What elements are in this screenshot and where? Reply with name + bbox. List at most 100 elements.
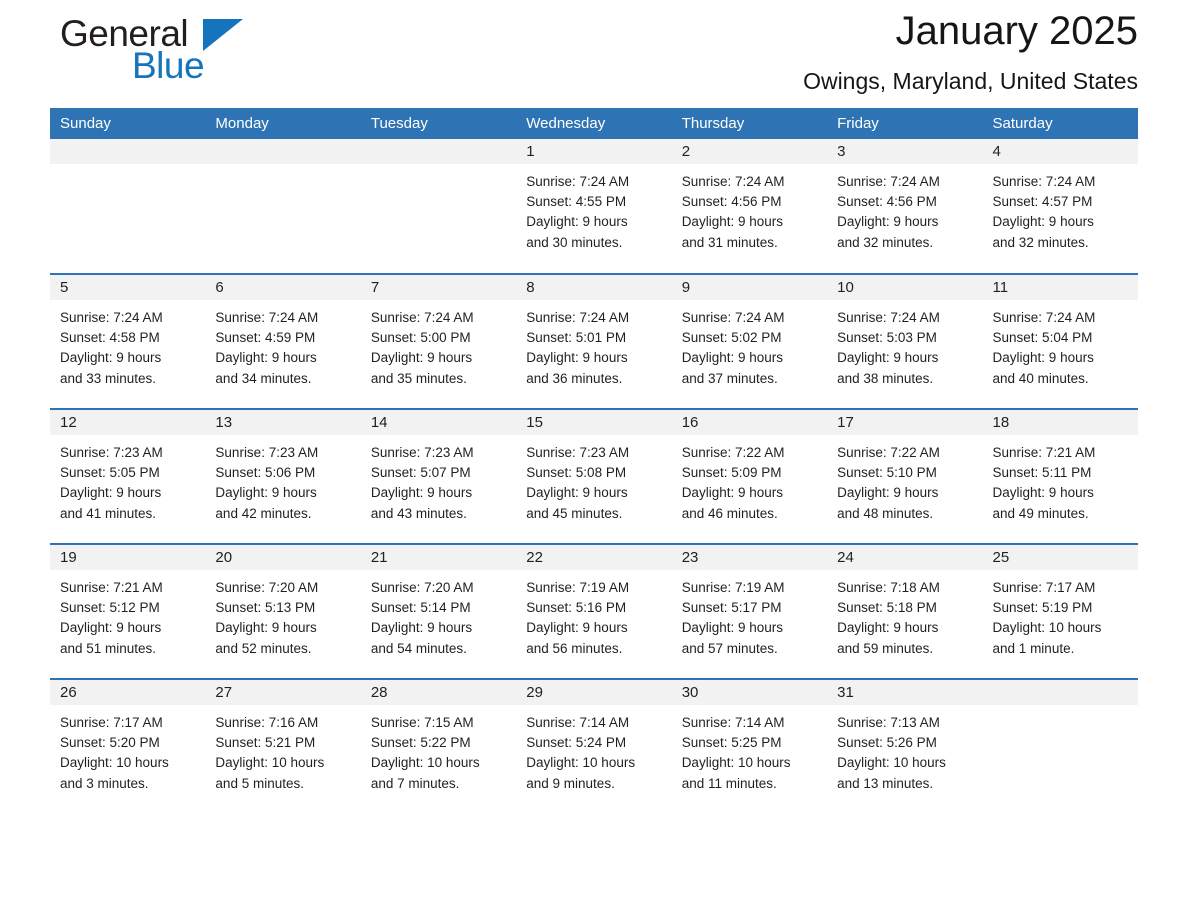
calendar-day-cell[interactable]: 14 Sunrise: 7:23 AM Sunset: 5:07 PM Dayligh… (360, 408, 517, 544)
calendar-day-cell[interactable]: 31 Sunrise: 7:13 AM Sunset: 5:26 PM Dayligh… (827, 678, 983, 814)
calendar-day-cell[interactable]: 3 Sunrise: 7:24 AM Sunset: 4:56 PM Daylight… (827, 139, 983, 274)
calendar-day-cell[interactable]: 27 Sunrise: 7:16 AM Sunset: 5:21 PM Dayligh… (205, 678, 361, 814)
day-number: 27 (205, 680, 361, 705)
calendar-day-cell[interactable]: 26 Sunrise: 7:17 AM Sunset: 5:20 PM Dayligh… (50, 678, 206, 814)
day-detail-line: Sunset: 5:09 PM (681, 465, 782, 481)
calendar-day-cell[interactable]: 20 Sunrise: 7:20 AM Sunset: 5:13 PM Dayligh… (205, 543, 361, 679)
day-detail-line: Sunrise: 7:21 AM (60, 580, 163, 595)
day-detail-line: Sunrise: 7:23 AM (526, 445, 630, 460)
calendar-day-cell[interactable]: 28 Sunrise: 7:15 AM Sunset: 5:22 PM Dayligh… (360, 678, 517, 814)
calendar-day-cell[interactable]: 10 Sunrise: 7:24 AM Sunset: 5:03 PM Dayligh… (827, 273, 983, 409)
day-detail-line: Sunrise: 7:20 AM (370, 580, 474, 595)
day-number: 26 (50, 680, 206, 705)
day-detail-line: Daylight: 9 hours (526, 350, 628, 366)
calendar-day-cell[interactable]: 2 Sunrise: 7:24 AM Sunset: 4:56 PM Daylight… (671, 139, 828, 274)
day-detail-line: Sunset: 5:02 PM (681, 330, 782, 346)
day-details: Sunrise: 7:19 AM Sunset: 5:17 PM Daylight:… (672, 570, 827, 659)
day-detail-line: Daylight: 9 hours (60, 350, 162, 366)
calendar-page: General Blue January 2025 Owings, Maryla… (0, 0, 1188, 918)
day-detail-line: Daylight: 9 hours (215, 350, 317, 366)
calendar-day-cell[interactable]: 11 Sunrise: 7:24 AM Sunset: 5:04 PM Dayligh… (982, 273, 1138, 409)
calendar-day-cell[interactable]: 24 Sunrise: 7:18 AM Sunset: 5:18 PM Dayligh… (827, 543, 983, 679)
calendar-day-cell[interactable]: 17 Sunrise: 7:22 AM Sunset: 5:10 PM Dayligh… (827, 408, 983, 544)
day-detail-line: Sunrise: 7:22 AM (681, 445, 785, 460)
calendar-day-cell[interactable]: 30 Sunrise: 7:14 AM Sunset: 5:25 PM Dayligh… (671, 678, 828, 814)
calendar-day-cell[interactable]: 5 Sunrise: 7:24 AM Sunset: 4:58 PM Daylight… (50, 273, 206, 409)
day-details: Sunrise: 7:19 AM Sunset: 5:16 PM Daylight:… (516, 570, 671, 659)
calendar-week-row: 26 Sunrise: 7:17 AM Sunset: 5:20 PM Dayligh… (50, 678, 1138, 814)
day-number (50, 139, 206, 164)
day-detail-line: and 9 minutes. (526, 775, 615, 791)
day-number: 25 (982, 545, 1138, 570)
day-number: 22 (516, 545, 672, 570)
day-details: Sunrise: 7:24 AM Sunset: 4:56 PM Daylight:… (672, 164, 827, 253)
calendar-day-cell[interactable]: 8 Sunrise: 7:24 AM Sunset: 5:01 PM Daylight… (516, 273, 672, 409)
day-details: Sunrise: 7:23 AM Sunset: 5:05 PM Daylight:… (50, 435, 205, 524)
calendar-day-cell[interactable]: 29 Sunrise: 7:14 AM Sunset: 5:24 PM Dayligh… (516, 678, 672, 814)
calendar-day-cell-empty (982, 678, 1138, 814)
day-details: Sunrise: 7:24 AM Sunset: 4:57 PM Daylight:… (983, 164, 1138, 253)
day-detail-line: Daylight: 9 hours (370, 485, 473, 501)
day-detail-line: Sunset: 5:20 PM (60, 735, 160, 751)
day-detail-line: Sunrise: 7:22 AM (837, 445, 940, 460)
calendar-day-cell[interactable]: 13 Sunrise: 7:23 AM Sunset: 5:06 PM Dayligh… (205, 408, 361, 544)
day-detail-line: Sunrise: 7:24 AM (837, 310, 940, 325)
calendar-day-cell[interactable]: 15 Sunrise: 7:23 AM Sunset: 5:08 PM Dayligh… (516, 408, 672, 544)
day-detail-line: Daylight: 9 hours (60, 485, 162, 501)
day-details: Sunrise: 7:15 AM Sunset: 5:22 PM Daylight:… (361, 705, 516, 794)
calendar-day-cell[interactable]: 25 Sunrise: 7:17 AM Sunset: 5:19 PM Dayligh… (982, 543, 1138, 679)
day-number: 8 (516, 275, 672, 300)
calendar-day-cell[interactable]: 12 Sunrise: 7:23 AM Sunset: 5:05 PM Dayligh… (50, 408, 206, 544)
title-block: January 2025 Owings, Maryland, United St… (803, 0, 1138, 96)
calendar-day-cell-empty (360, 139, 517, 274)
day-detail-line: Sunrise: 7:20 AM (215, 580, 319, 595)
calendar-day-cell[interactable]: 6 Sunrise: 7:24 AM Sunset: 4:59 PM Daylight… (205, 273, 361, 409)
day-details: Sunrise: 7:24 AM Sunset: 4:56 PM Daylight:… (827, 164, 982, 253)
day-detail-line: and 11 minutes. (681, 775, 777, 791)
calendar-day-cell[interactable]: 22 Sunrise: 7:19 AM Sunset: 5:16 PM Dayligh… (516, 543, 672, 679)
calendar-day-cell[interactable]: 21 Sunrise: 7:20 AM Sunset: 5:14 PM Dayligh… (360, 543, 517, 679)
day-number: 10 (827, 275, 983, 300)
calendar-day-cell[interactable]: 23 Sunrise: 7:19 AM Sunset: 5:17 PM Dayligh… (671, 543, 828, 679)
day-detail-line: and 48 minutes. (837, 505, 934, 521)
calendar-day-cell[interactable]: 18 Sunrise: 7:21 AM Sunset: 5:11 PM Dayligh… (982, 408, 1138, 544)
day-detail-line: and 7 minutes. (370, 775, 460, 791)
day-detail-line: Sunset: 5:07 PM (370, 465, 471, 481)
day-details: Sunrise: 7:13 AM Sunset: 5:26 PM Daylight:… (827, 705, 982, 794)
day-number: 20 (205, 545, 361, 570)
day-detail-line: and 59 minutes. (837, 640, 934, 656)
day-detail-line: Daylight: 10 hours (681, 755, 791, 771)
day-detail-line: Sunset: 4:55 PM (526, 194, 627, 210)
calendar-day-cell[interactable]: 16 Sunrise: 7:22 AM Sunset: 5:09 PM Dayligh… (671, 408, 828, 544)
day-detail-line: and 33 minutes. (60, 370, 157, 386)
calendar-day-cell[interactable]: 4 Sunrise: 7:24 AM Sunset: 4:57 PM Daylight… (982, 139, 1138, 274)
day-number (360, 139, 517, 164)
day-detail-line: Daylight: 9 hours (837, 620, 939, 636)
general-blue-logo: General Blue (50, 12, 350, 90)
day-detail-line: Sunset: 4:56 PM (837, 194, 937, 210)
day-detail-line: Sunset: 5:06 PM (215, 465, 316, 481)
day-detail-line: Daylight: 9 hours (215, 620, 317, 636)
day-number: 3 (827, 139, 983, 164)
day-details: Sunrise: 7:24 AM Sunset: 5:00 PM Daylight:… (361, 300, 516, 389)
day-detail-line: Sunrise: 7:24 AM (370, 310, 474, 325)
calendar-day-cell-empty (205, 139, 361, 274)
day-detail-line: Sunset: 4:59 PM (215, 330, 316, 346)
day-detail-line: and 38 minutes. (837, 370, 934, 386)
calendar-day-cell[interactable]: 7 Sunrise: 7:24 AM Sunset: 5:00 PM Daylight… (360, 273, 517, 409)
day-detail-line: and 40 minutes. (992, 370, 1089, 386)
day-detail-line: and 52 minutes. (215, 640, 312, 656)
day-detail-line: and 49 minutes. (992, 505, 1089, 521)
calendar-day-cell[interactable]: 9 Sunrise: 7:24 AM Sunset: 5:02 PM Daylight… (671, 273, 828, 409)
day-detail-line: Sunset: 5:00 PM (370, 330, 471, 346)
day-detail-line: Sunset: 5:14 PM (370, 600, 471, 616)
calendar-day-cell-empty (50, 139, 206, 274)
calendar-day-cell[interactable]: 1 Sunrise: 7:24 AM Sunset: 4:55 PM Daylight… (516, 139, 672, 274)
calendar-day-cell[interactable]: 19 Sunrise: 7:21 AM Sunset: 5:12 PM Dayligh… (50, 543, 206, 679)
day-number: 5 (50, 275, 206, 300)
calendar-week-row: 12 Sunrise: 7:23 AM Sunset: 5:05 PM Dayligh… (50, 408, 1138, 544)
day-detail-line: Daylight: 9 hours (370, 620, 473, 636)
day-details: Sunrise: 7:21 AM Sunset: 5:11 PM Daylight:… (983, 435, 1138, 524)
day-detail-line: and 54 minutes. (370, 640, 467, 656)
day-details: Sunrise: 7:23 AM Sunset: 5:08 PM Daylight:… (516, 435, 671, 524)
